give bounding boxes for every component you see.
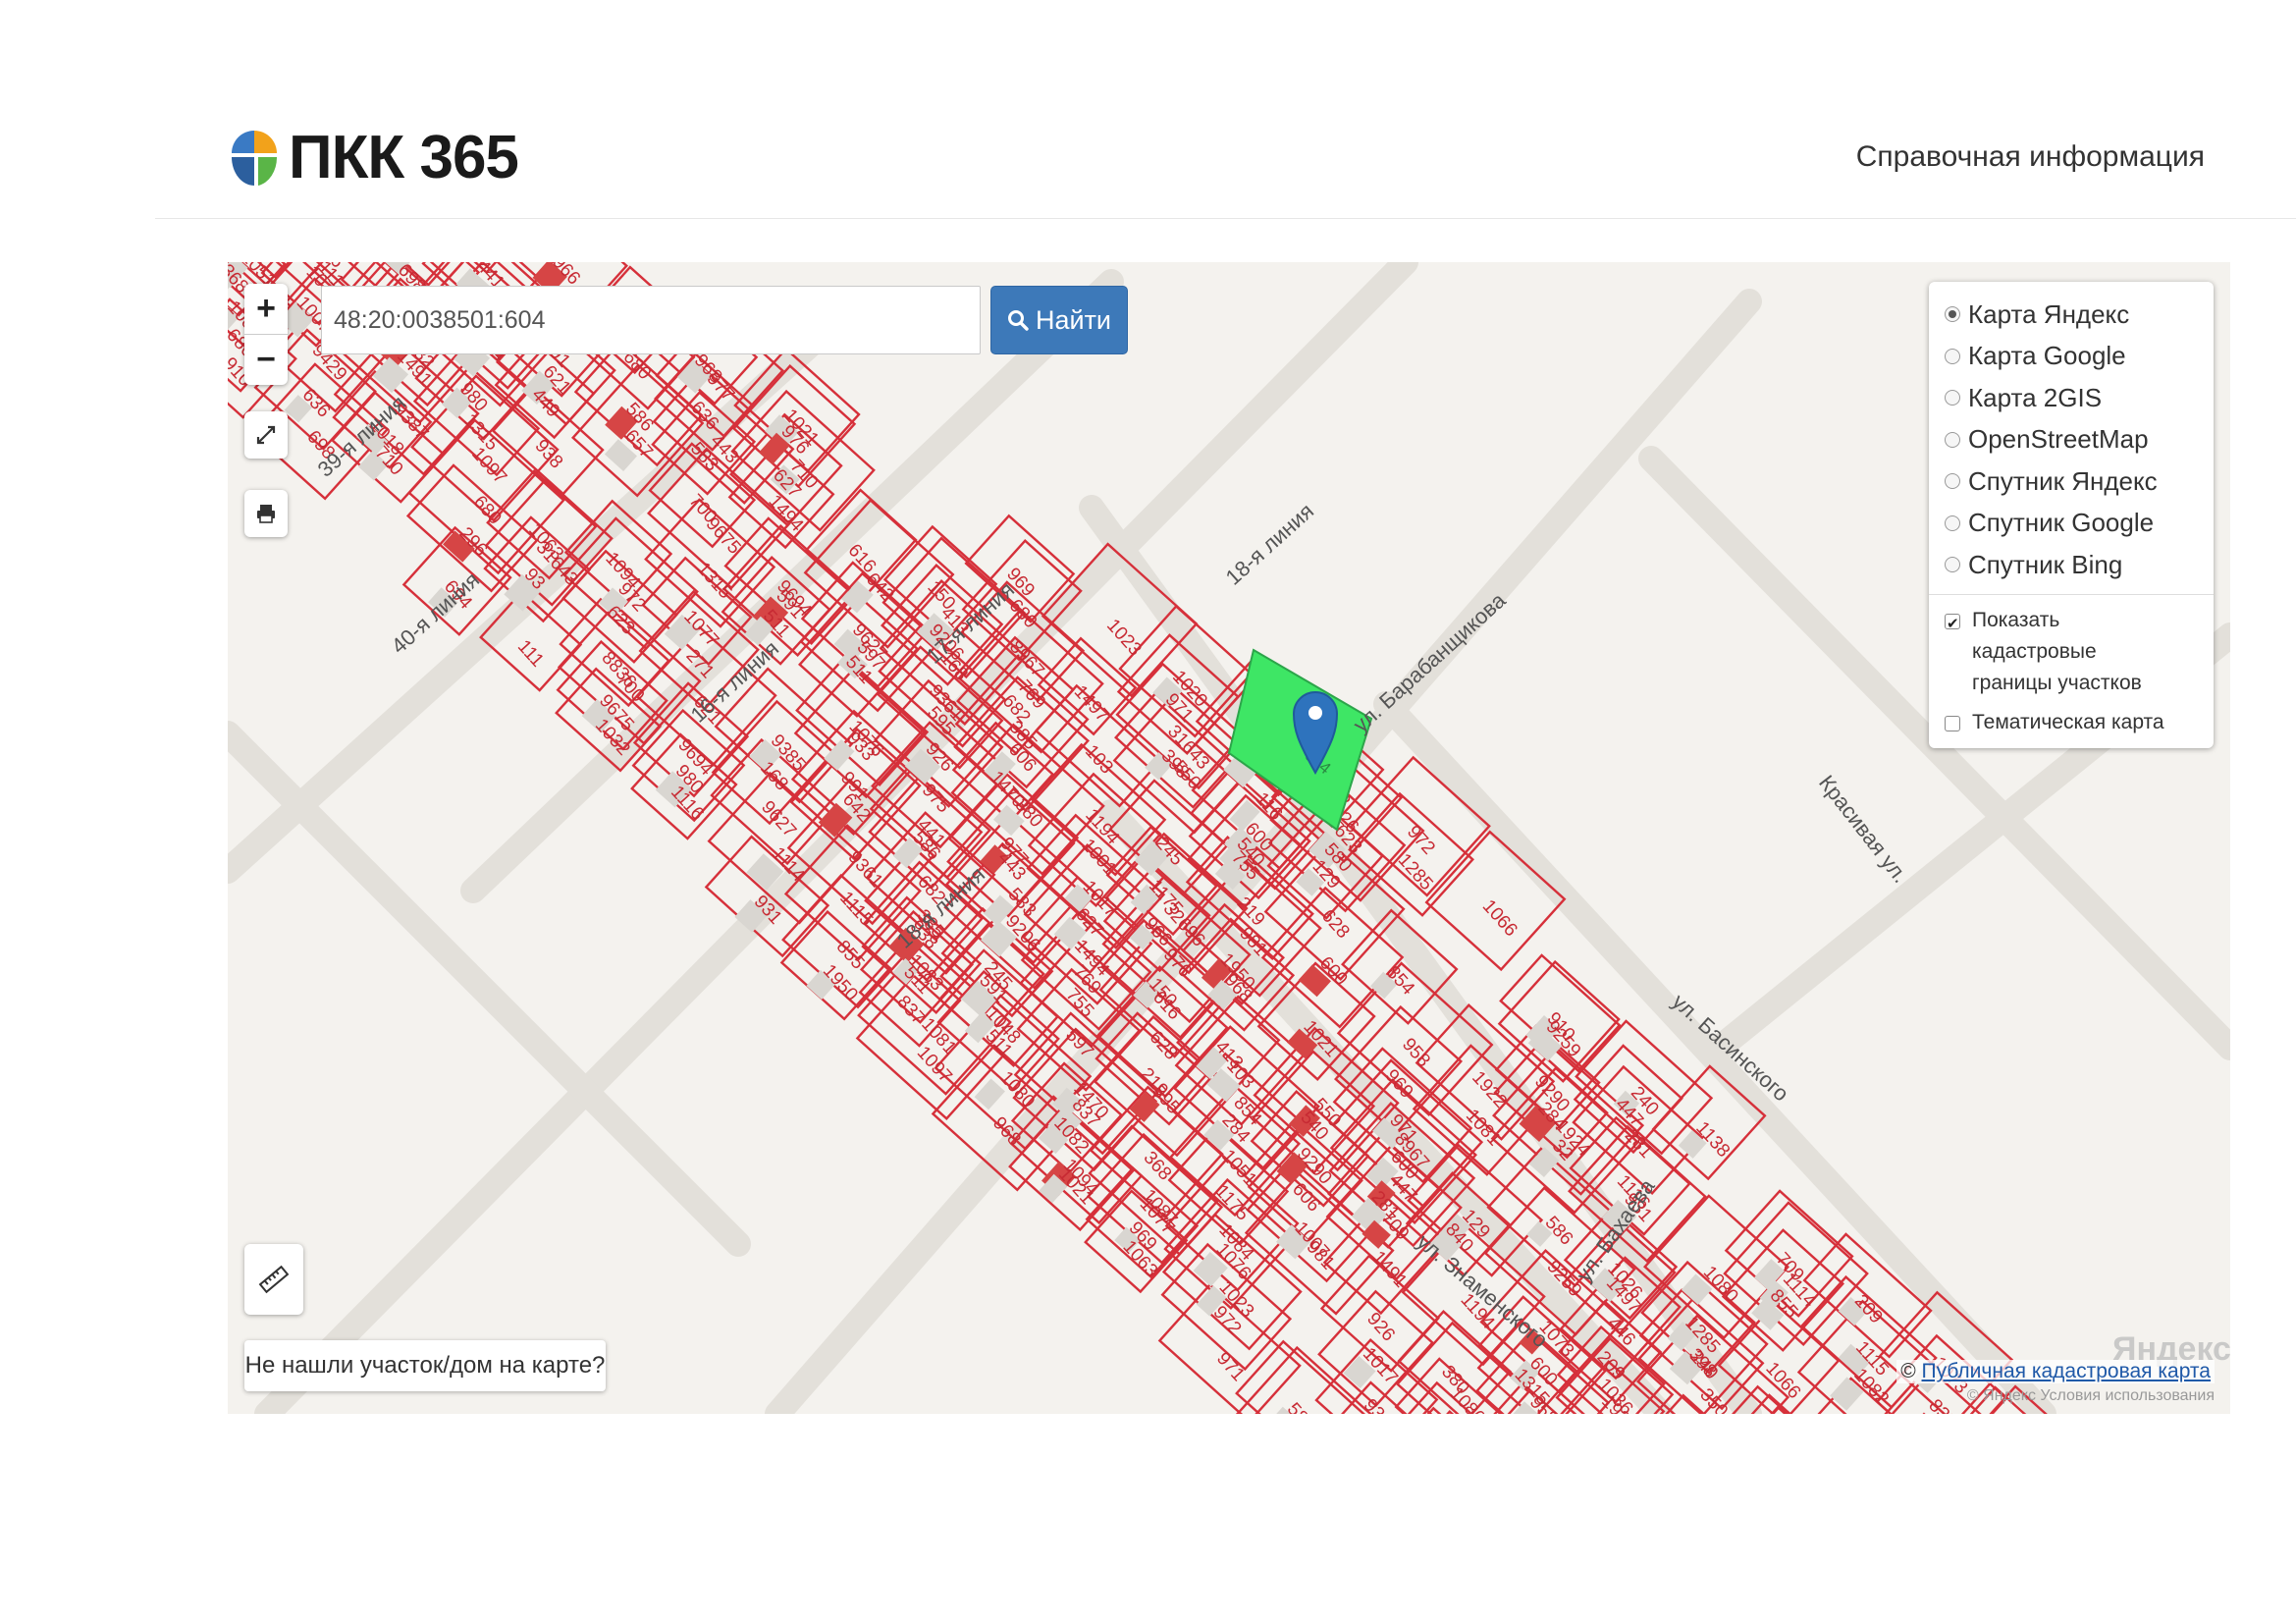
attribution-prefix: © [1900,1360,1916,1382]
header-divider [155,218,2296,219]
base-map-label: OpenStreetMap [1968,424,2149,455]
base-map-label: Карта Google [1968,341,2126,371]
checkbox[interactable] [1945,715,1960,731]
base-map-option[interactable]: OpenStreetMap [1945,419,2200,461]
zoom-control: + − [244,284,288,385]
search-button-label: Найти [1035,304,1112,335]
overlay-option[interactable]: Показать кадастровые границы участков [1945,605,2200,699]
map-attribution: © Публичная кадастровая карта [1896,1360,2215,1383]
radio-button[interactable] [1945,473,1960,490]
base-map-label: Спутник Google [1968,508,2155,538]
fullscreen-button[interactable] [244,411,288,459]
layer-switcher: Карта Яндекс Карта Google Карта 2GIS OpenSt… [1929,282,2214,748]
base-map-label: Карта Яндекс [1968,298,2130,329]
overlay-label: Тематическая карта [1972,710,2164,733]
base-map-option[interactable]: Спутник Google [1945,503,2200,545]
ruler-icon [258,1265,290,1294]
base-map-label: Спутник Bing [1968,549,2123,579]
cadastral-search-input[interactable] [321,286,981,354]
map-provider-attribution: © Яндекс Условия использования [1966,1387,2215,1404]
overlay-list: Показать кадастровые границы участков Тем… [1945,605,2200,738]
base-map-option[interactable]: Спутник Bing [1945,544,2200,586]
base-map-label: Спутник Яндекс [1968,465,2158,496]
attribution-link[interactable]: Публичная кадастровая карта [1922,1360,2211,1382]
layer-divider [1929,593,2214,595]
overlay-label: Показать кадастровые границы участков [1972,608,2142,694]
base-map-option[interactable]: Карта Google [1945,336,2200,378]
radio-button[interactable] [1945,557,1960,573]
search-button[interactable]: Найти [990,286,1128,354]
zoom-out-button[interactable]: − [244,334,288,385]
radio-button[interactable] [1945,390,1960,406]
not-found-button[interactable]: Не нашли участок/дом на карте? [244,1340,606,1391]
checkbox[interactable] [1945,609,1960,640]
site-logo[interactable]: ПКК 365 [232,123,519,193]
ruler-button[interactable] [244,1244,303,1315]
print-button[interactable] [244,490,288,537]
search-icon [1007,310,1029,331]
fullscreen-icon [256,425,276,445]
radio-button[interactable] [1945,348,1960,364]
base-map-option[interactable]: Карта 2GIS [1945,377,2200,419]
logo-text: ПКК 365 [289,124,519,191]
base-map-label: Карта 2GIS [1968,382,2103,412]
base-map-option[interactable]: Спутник Яндекс [1945,460,2200,503]
help-link[interactable]: Справочная информация [1856,140,2205,174]
base-map-option[interactable]: Карта Яндекс [1945,294,2200,336]
map-view[interactable]: 1017966968102196910231020101810639729339… [228,262,2230,1414]
overlay-option[interactable]: Тематическая карта [1945,707,2200,738]
radio-button[interactable] [1945,514,1960,531]
radio-button[interactable] [1945,306,1960,323]
radio-button[interactable] [1945,431,1960,448]
base-map-list: Карта Яндекс Карта Google Карта 2GIS OpenSt… [1945,294,2200,586]
logo-icon [232,131,278,186]
site-header: ПКК 365 Справочная информация [0,0,2296,220]
printer-icon [257,505,275,523]
zoom-in-button[interactable]: + [244,284,288,334]
